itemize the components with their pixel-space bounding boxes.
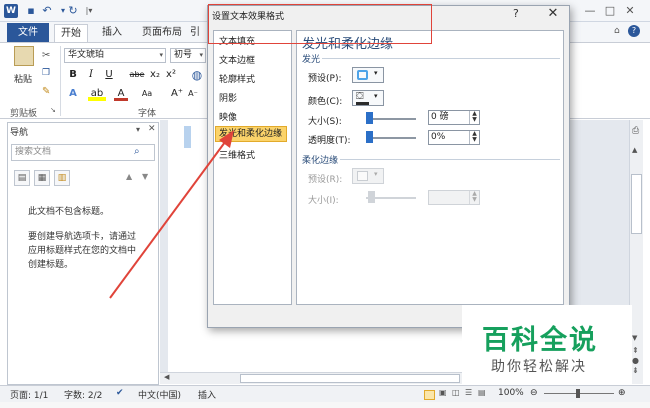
watermark-logo-text: 百科全说 (482, 325, 598, 356)
watermark-tagline: 助你轻松解决 (491, 359, 587, 375)
